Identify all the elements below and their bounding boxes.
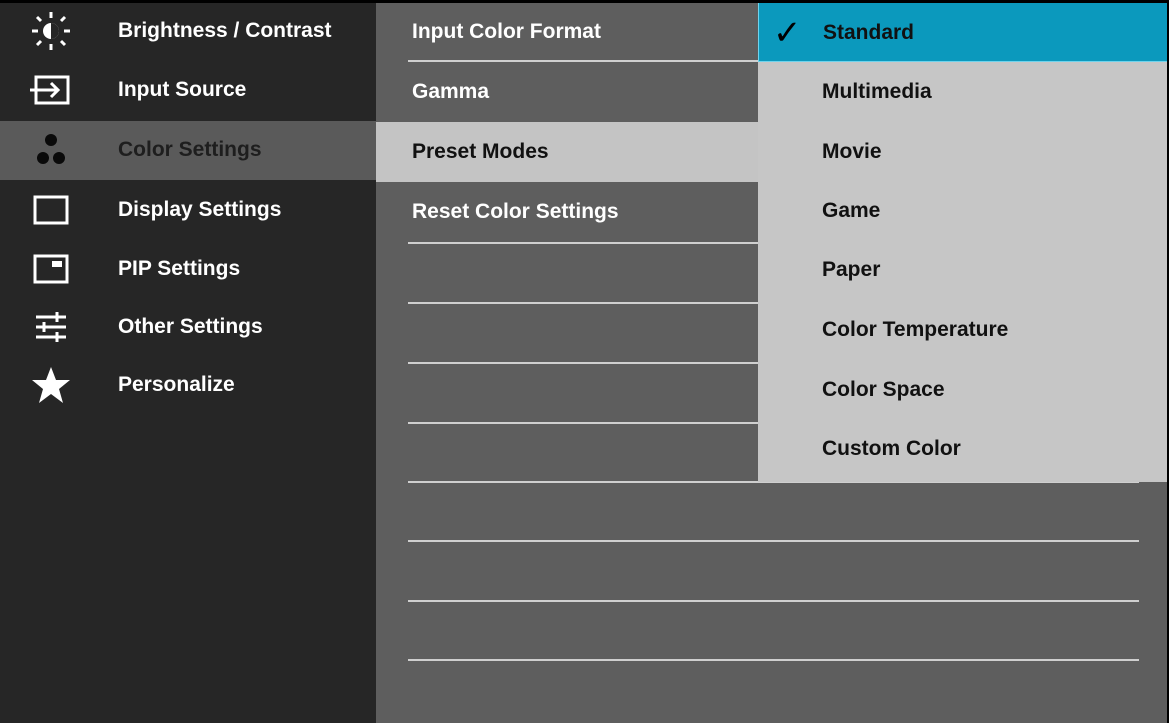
input-source-icon: [30, 69, 72, 111]
option-movie[interactable]: Movie: [758, 122, 1169, 182]
option-label: Color Temperature: [822, 318, 1009, 341]
submenu-item-gamma[interactable]: Gamma: [376, 62, 758, 122]
color-dots-icon: [30, 129, 72, 171]
option-custom-color[interactable]: Custom Color: [758, 419, 1169, 479]
menu-item-display-settings[interactable]: Display Settings: [0, 181, 376, 240]
option-label: Standard: [823, 21, 915, 44]
star-icon: [30, 364, 72, 406]
option-label: Paper: [822, 258, 881, 281]
menu-item-brightness-contrast[interactable]: Brightness / Contrast: [0, 2, 376, 61]
menu-item-label: Brightness / Contrast: [118, 19, 332, 42]
submenu-item-label: Reset Color Settings: [412, 200, 619, 223]
checkmark-icon: ✓: [773, 14, 802, 52]
option-game[interactable]: Game: [758, 181, 1169, 241]
osd-menu: Brightness / Contrast Input Source Color…: [0, 0, 1169, 723]
submenu-item-input-color-format[interactable]: Input Color Format: [376, 2, 758, 62]
option-multimedia[interactable]: Multimedia: [758, 62, 1169, 122]
sliders-icon: [30, 306, 72, 348]
menu-item-label: Color Settings: [118, 138, 262, 161]
menu-item-input-source[interactable]: Input Source: [0, 61, 376, 120]
option-label: Game: [822, 199, 881, 222]
option-color-space[interactable]: Color Space: [758, 360, 1169, 420]
brightness-icon: [30, 10, 72, 52]
menu-item-label: Input Source: [118, 78, 247, 101]
option-label: Multimedia: [822, 80, 932, 103]
menu-item-label: PIP Settings: [118, 257, 241, 280]
option-color-temperature[interactable]: Color Temperature: [758, 300, 1169, 360]
pip-icon: [30, 248, 72, 290]
divider: [408, 242, 758, 244]
option-label: Custom Color: [822, 437, 961, 460]
menu-item-label: Other Settings: [118, 315, 263, 338]
option-label: Movie: [822, 140, 882, 163]
submenu-item-reset-color-settings[interactable]: Reset Color Settings: [376, 182, 758, 242]
submenu-item-preset-modes[interactable]: Preset Modes: [376, 122, 758, 182]
divider: [408, 302, 758, 304]
menu-item-label: Display Settings: [118, 198, 282, 221]
display-icon: [30, 189, 72, 231]
option-label: Color Space: [822, 378, 945, 401]
submenu-item-label: Input Color Format: [412, 20, 601, 43]
submenu-item-label: Gamma: [412, 80, 490, 103]
menu-item-color-settings[interactable]: Color Settings: [0, 121, 376, 180]
menu-item-personalize[interactable]: Personalize: [0, 356, 376, 415]
divider: [408, 659, 1139, 661]
option-paper[interactable]: Paper: [758, 240, 1169, 300]
divider: [408, 60, 758, 62]
divider: [408, 362, 758, 364]
menu-item-label: Personalize: [118, 373, 235, 396]
top-border: [0, 0, 1169, 3]
divider: [408, 422, 758, 424]
menu-item-other-settings[interactable]: Other Settings: [0, 298, 376, 357]
divider: [408, 600, 1139, 602]
divider: [408, 540, 1139, 542]
option-standard[interactable]: ✓ Standard: [758, 2, 1169, 62]
submenu-item-label: Preset Modes: [412, 140, 549, 163]
menu-item-pip-settings[interactable]: PIP Settings: [0, 240, 376, 299]
